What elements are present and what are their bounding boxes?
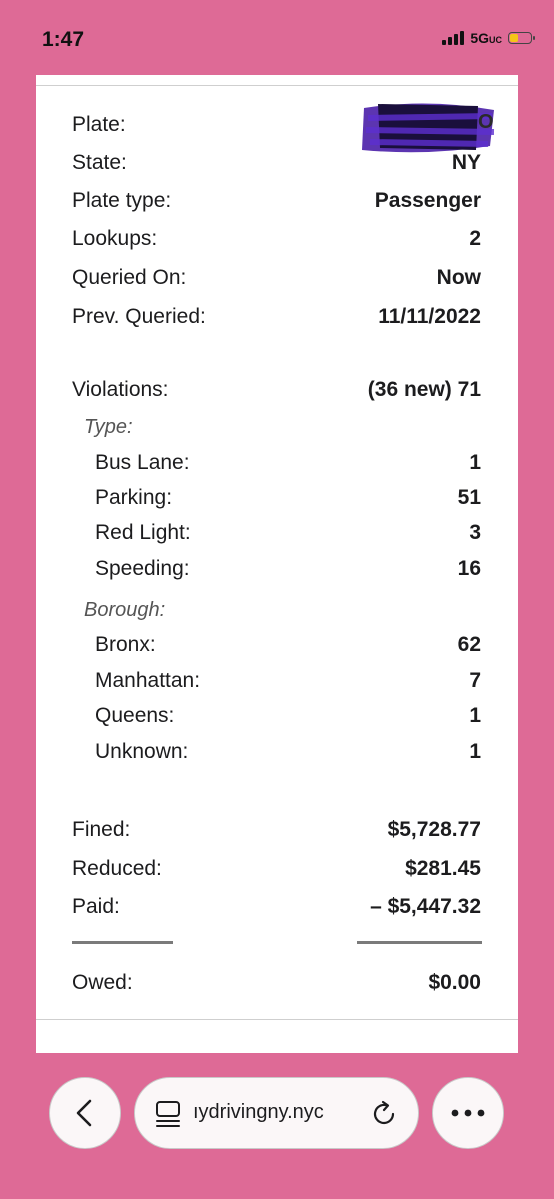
cellular-signal-icon [442, 31, 465, 45]
total-divider-right [357, 941, 482, 944]
owed-value: $0.00 [428, 971, 481, 994]
owed-label: Owed: [72, 971, 133, 994]
plate-type-row: Plate type: Passenger [72, 187, 481, 215]
plate-type-label: Plate type: [72, 189, 172, 212]
plate-label: Plate: [72, 113, 126, 136]
reduced-value: $281.45 [405, 857, 481, 880]
borough-value: 1 [469, 740, 481, 763]
status-indicators: 5GUC [442, 30, 535, 46]
address-bar[interactable]: ıydrivingny.nyc [134, 1077, 419, 1149]
lookups-label: Lookups: [72, 227, 158, 250]
top-divider [36, 85, 518, 86]
violations-label: Violations: [72, 378, 169, 401]
type-label: Red Light: [95, 521, 191, 544]
type-value: 16 [457, 557, 481, 580]
plate-type-value: Passenger [374, 189, 481, 212]
borough-label: Queens: [95, 704, 175, 727]
violations-value: (36 new) 71 [367, 378, 481, 401]
borough-row: Manhattan: 7 [95, 667, 481, 695]
prev-queried-row: Prev. Queried: 11/11/2022 [72, 303, 481, 331]
lookups-value: 2 [469, 227, 481, 250]
url-text[interactable]: ıydrivingny.nyc [193, 1101, 324, 1124]
type-label: Speeding: [95, 557, 190, 580]
queried-on-value: Now [436, 266, 481, 289]
tab-overview-icon[interactable] [155, 1100, 181, 1128]
lookups-row: Lookups: 2 [72, 225, 481, 253]
reduced-row: Reduced: $281.45 [72, 855, 481, 883]
reload-icon[interactable] [371, 1100, 399, 1128]
plate-report-card: O Plate: State: NY Plate type: Passenger… [36, 75, 518, 1053]
state-value: NY [451, 151, 481, 174]
fined-value: $5,728.77 [387, 818, 481, 841]
battery-level [510, 34, 518, 42]
paid-label: Paid: [72, 895, 120, 918]
owed-row: Owed: $0.00 [72, 969, 481, 997]
prev-queried-label: Prev. Queried: [72, 305, 206, 328]
violations-row: Violations: (36 new) 71 [72, 376, 481, 404]
battery-icon [508, 32, 535, 44]
type-heading: Type: [84, 416, 133, 438]
borough-label: Bronx: [95, 633, 156, 656]
type-value: 51 [457, 486, 481, 509]
back-button[interactable] [49, 1077, 121, 1149]
borough-heading: Borough: [84, 599, 166, 621]
total-divider-left [72, 941, 173, 944]
borough-value: 1 [469, 704, 481, 727]
queried-on-label: Queried On: [72, 266, 187, 289]
type-row: Red Light: 3 [95, 519, 481, 547]
ellipsis-icon [451, 1109, 485, 1117]
prev-queried-value: 11/11/2022 [378, 305, 481, 328]
queried-on-row: Queried On: Now [72, 264, 481, 292]
plate-row: Plate: [72, 111, 481, 139]
reduced-label: Reduced: [72, 857, 162, 880]
borough-row: Queens: 1 [95, 702, 481, 730]
borough-label: Manhattan: [95, 669, 201, 692]
fined-label: Fined: [72, 818, 131, 841]
borough-value: 7 [469, 669, 481, 692]
type-row: Bus Lane: 1 [95, 449, 481, 477]
status-bar: 1:47 5GUC [0, 0, 554, 80]
bottom-divider [36, 1019, 518, 1020]
borough-row: Unknown: 1 [95, 738, 481, 766]
borough-value: 62 [457, 633, 481, 656]
type-value: 1 [469, 451, 481, 474]
status-time: 1:47 [42, 28, 85, 51]
paid-row: Paid: – $5,447.32 [72, 893, 481, 921]
more-options-button[interactable] [432, 1077, 504, 1149]
state-row: State: NY [72, 149, 481, 177]
network-type: 5GUC [470, 30, 502, 46]
paid-value: – $5,447.32 [370, 895, 481, 918]
type-label: Bus Lane: [95, 451, 190, 474]
type-value: 3 [469, 521, 481, 544]
browser-toolbar: ıydrivingny.nyc [0, 1070, 554, 1160]
fined-row: Fined: $5,728.77 [72, 816, 481, 844]
type-label: Parking: [95, 486, 173, 509]
borough-label: Unknown: [95, 740, 189, 763]
state-label: State: [72, 151, 127, 174]
chevron-left-icon [76, 1099, 92, 1127]
borough-row: Bronx: 62 [95, 631, 481, 659]
type-row: Speeding: 16 [95, 555, 481, 583]
type-row: Parking: 51 [95, 484, 481, 512]
